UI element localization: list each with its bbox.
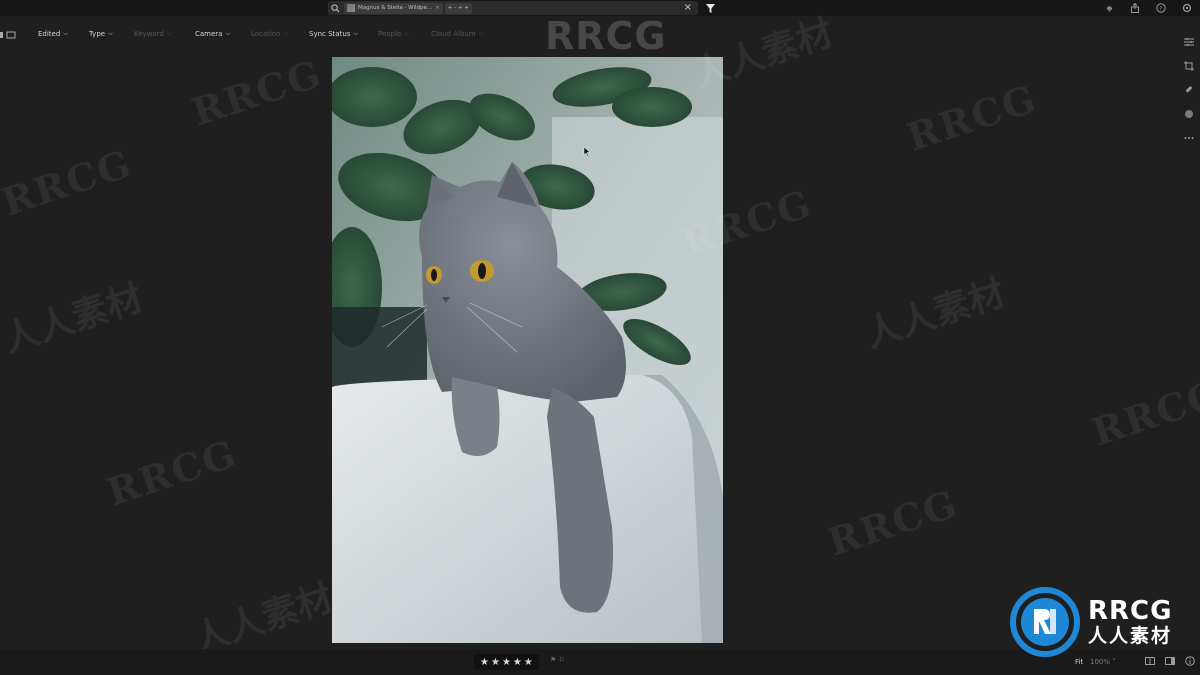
- watermark-text: RRCG: [901, 75, 1043, 160]
- filter-sync-status-label: Sync Status: [309, 30, 351, 38]
- cloud-sync-icon[interactable]: [1102, 1, 1116, 15]
- star-3[interactable]: ★: [502, 657, 511, 668]
- filter-keyword[interactable]: Keyword ⌵: [134, 30, 171, 38]
- chevron-down-icon: ⌵: [283, 30, 289, 37]
- masking-icon[interactable]: [1182, 107, 1196, 121]
- filter-sync-status[interactable]: Sync Status ⌵: [309, 30, 358, 38]
- main-photo[interactable]: [332, 57, 723, 643]
- filter-funnel-icon[interactable]: [702, 1, 718, 15]
- share-icon[interactable]: [1128, 1, 1142, 15]
- zoom-fit-button[interactable]: Fit: [1075, 658, 1083, 666]
- watermark-text: RRCG: [822, 480, 964, 565]
- chevron-down-icon: ⌵: [404, 30, 409, 37]
- filter-people-label: People: [378, 30, 402, 38]
- edit-sliders-icon[interactable]: [1182, 35, 1196, 49]
- chevron-down-icon: ⌵: [108, 30, 113, 37]
- logo-line1: RRCG: [1088, 596, 1173, 626]
- watermark-top: RRCG: [545, 14, 667, 58]
- filter-edited-label: Edited: [38, 30, 61, 38]
- search-chip-secondary[interactable]: + - + +: [444, 2, 472, 14]
- star-4[interactable]: ★: [513, 657, 522, 668]
- chevron-down-icon: ⌵: [63, 30, 68, 37]
- filter-people[interactable]: People ⌵: [378, 30, 409, 38]
- logo-text: RRCG 人人素材: [1088, 597, 1172, 647]
- star-5[interactable]: ★: [524, 657, 533, 668]
- search-chip-secondary-label: + - + +: [447, 5, 469, 11]
- svg-text:?: ?: [1159, 6, 1162, 13]
- flag-buttons[interactable]: ⚑ ⚐: [550, 656, 565, 664]
- filter-keyword-label: Keyword: [134, 30, 164, 38]
- search-chip-label: Magnus & Stella - Wildpe...: [358, 5, 433, 11]
- zoom-level-dropdown[interactable]: 100% ˅: [1090, 658, 1116, 666]
- watermark-text: RRCG: [0, 140, 138, 225]
- clear-search-icon[interactable]: ×: [684, 2, 692, 14]
- right-edit-toolbar: [1178, 25, 1200, 625]
- more-icon[interactable]: [1182, 131, 1196, 145]
- crop-icon[interactable]: [1182, 59, 1196, 73]
- info-icon[interactable]: [1184, 655, 1196, 667]
- chevron-down-icon: ⌵: [225, 30, 231, 37]
- chevron-down-icon: ⌵: [166, 30, 172, 37]
- search-icon[interactable]: [328, 1, 342, 15]
- settings-icon[interactable]: [1180, 1, 1194, 15]
- chevron-down-icon: ⌵: [353, 30, 358, 37]
- top-right-icons: ?: [1102, 1, 1194, 15]
- filter-camera-label: Camera: [195, 30, 223, 38]
- filter-location-label: Location: [251, 30, 281, 38]
- filter-type[interactable]: Type ⌵: [89, 30, 113, 38]
- filter-camera[interactable]: Camera ⌵: [195, 30, 230, 38]
- album-thumbnail: [347, 4, 355, 12]
- search-chip-album[interactable]: Magnus & Stella - Wildpe... ×: [344, 2, 443, 14]
- watermark-text: RRCG: [101, 430, 243, 515]
- star-rating[interactable]: ★ ★ ★ ★ ★: [474, 654, 539, 670]
- rrcg-logo-badge: [1010, 587, 1080, 657]
- filter-location[interactable]: Location ⌵: [251, 30, 288, 38]
- star-2[interactable]: ★: [491, 657, 500, 668]
- search-bar[interactable]: Magnus & Stella - Wildpe... × + - + + ×: [328, 1, 698, 15]
- filter-cloud-album-label: Cloud Album: [431, 30, 476, 38]
- chip-close-icon[interactable]: ×: [435, 5, 440, 11]
- watermark-cjk-text: 人人素材: [0, 276, 148, 362]
- watermark-cjk-text: 人人素材: [859, 271, 1010, 357]
- help-icon[interactable]: ?: [1154, 1, 1168, 15]
- cat-photo: [332, 57, 723, 643]
- rrcg-logo: RRCG 人人素材: [1010, 587, 1172, 657]
- panel-toggle-icon[interactable]: [0, 30, 16, 40]
- chevron-down-icon: ⌵: [478, 30, 484, 37]
- filter-type-label: Type: [89, 30, 106, 38]
- filter-cloud-album[interactable]: Cloud Album ⌵: [431, 30, 483, 38]
- watermark-text: RRCG: [186, 50, 328, 135]
- logo-line2: 人人素材: [1088, 625, 1173, 647]
- star-1[interactable]: ★: [480, 657, 489, 668]
- filter-edited[interactable]: Edited ⌵: [38, 30, 68, 38]
- healing-brush-icon[interactable]: [1182, 83, 1196, 97]
